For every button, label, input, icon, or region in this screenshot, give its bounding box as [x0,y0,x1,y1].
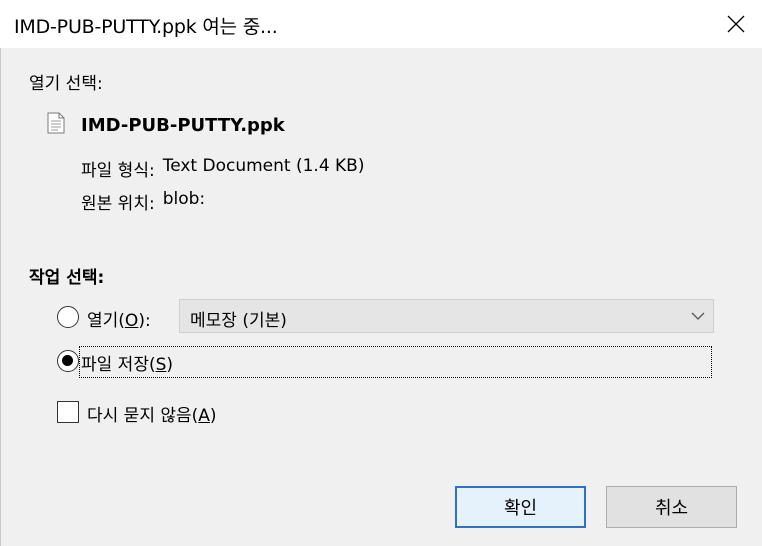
origin-row: 원본 위치: blob: [81,189,205,214]
dialog-body: 열기 선택: IMD-PUB-PUTTY.ppk 파일 형식: Text Doc… [0,48,762,546]
title-bar: IMD-PUB-PUTTY.ppk 여는 중... [0,0,762,48]
origin-label: 원본 위치: [81,194,155,214]
file-type-value: Text Document (1.4 KB) [162,156,365,176]
action-section-label: 작업 선택: [29,268,105,288]
open-with-text: 열기( [87,311,125,331]
dont-ask-checkbox[interactable] [57,401,79,423]
save-file-suffix: ) [166,355,174,375]
close-icon [727,15,745,33]
file-name: IMD-PUB-PUTTY.ppk [81,115,285,136]
save-file-label[interactable]: 파일 저장(S) [81,350,173,375]
save-file-focus-rect [79,346,712,378]
save-file-radio[interactable] [57,350,79,372]
open-file-dialog: IMD-PUB-PUTTY.ppk 여는 중... 열기 선택: IMD-PUB… [0,0,762,546]
open-with-select[interactable]: 메모장 (기본) [179,299,714,333]
file-type-row: 파일 형식: Text Document (1.4 KB) [81,156,364,181]
dont-ask-label[interactable]: 다시 묻지 않음(A) [87,401,217,426]
open-with-label[interactable]: 열기(O): [87,306,151,331]
document-icon [47,112,65,134]
save-file-mnemonic: S [155,355,167,375]
window-title: IMD-PUB-PUTTY.ppk 여는 중... [14,16,278,38]
dont-ask-mnemonic: A [198,406,210,426]
dont-ask-text: 다시 묻지 않음( [87,406,199,426]
ok-button[interactable]: 확인 [455,486,586,528]
open-section-label: 열기 선택: [29,74,103,94]
cancel-button[interactable]: 취소 [606,486,737,528]
dont-ask-suffix: ) [209,406,217,426]
save-file-text: 파일 저장( [81,355,156,375]
close-button[interactable] [710,0,762,48]
origin-value: blob: [162,189,206,209]
open-with-select-value: 메모장 (기본) [190,311,287,331]
open-with-radio[interactable] [57,306,79,328]
open-with-mnemonic: O [124,311,139,331]
open-with-suffix: ): [138,311,151,331]
file-type-label: 파일 형식: [81,161,155,181]
chevron-down-icon [691,312,705,320]
